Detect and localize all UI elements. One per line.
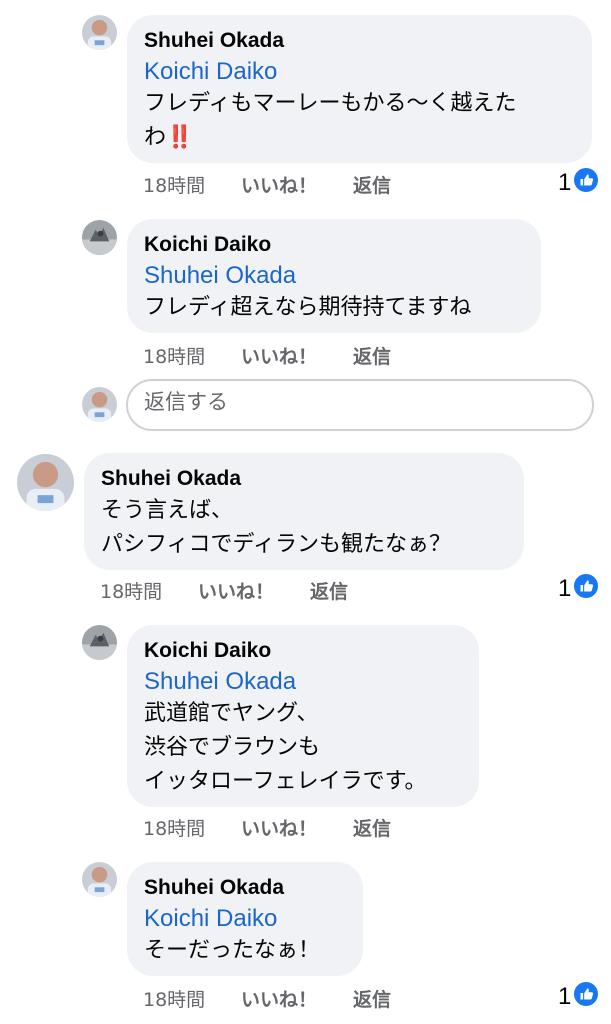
reaction-count[interactable]: 1: [558, 981, 599, 1013]
reaction-count[interactable]: 1: [558, 573, 599, 605]
timestamp[interactable]: 18時間: [143, 342, 241, 369]
reply-button[interactable]: 返信: [353, 171, 391, 198]
comment-text-line: そーだったなぁ！: [144, 938, 321, 963]
thumbs-up-icon: [574, 167, 599, 199]
like-button[interactable]: いいね！: [241, 814, 353, 841]
comment-actions: 18時間 いいね！ 返信: [143, 813, 391, 841]
reply-button[interactable]: 返信: [310, 577, 348, 604]
comment-author[interactable]: Shuhei Okada: [144, 873, 363, 903]
mention-link[interactable]: Shuhei Okada: [144, 260, 541, 291]
comment-text-line: 武道館でヤング、: [144, 701, 319, 726]
comment-actions: 18時間 いいね！ 返信: [143, 984, 391, 1012]
avatar-shuhei-okada[interactable]: [82, 862, 117, 897]
reply-button[interactable]: 返信: [353, 985, 391, 1012]
mention-link[interactable]: Koichi Daiko: [144, 903, 363, 934]
reply-input[interactable]: [144, 390, 564, 414]
comment-author[interactable]: Koichi Daiko: [144, 636, 479, 666]
comment-bubble: Koichi Daiko Shuhei Okada 武道館でヤング、 渋谷でブラ…: [127, 625, 479, 807]
reply-button[interactable]: 返信: [353, 342, 391, 369]
thumbs-up-icon: [574, 981, 599, 1013]
reaction-count-value: 1: [558, 983, 572, 1010]
comment-author[interactable]: Koichi Daiko: [144, 230, 541, 260]
comment-actions: 18時間 いいね！ 返信: [100, 576, 348, 604]
timestamp[interactable]: 18時間: [100, 577, 198, 604]
reaction-count[interactable]: 1: [558, 167, 599, 199]
timestamp[interactable]: 18時間: [143, 814, 241, 841]
like-button[interactable]: いいね！: [241, 342, 353, 369]
avatar-koichi-daiko[interactable]: [82, 220, 117, 255]
comment-text-line: イッタローフェレイラです。: [144, 769, 427, 794]
like-button[interactable]: いいね！: [198, 577, 310, 604]
like-button[interactable]: いいね！: [241, 985, 353, 1012]
comment-bubble: Shuhei Okada Koichi Daiko フレディもマーレーもかる〜く…: [127, 15, 592, 163]
mention-link[interactable]: Koichi Daiko: [144, 56, 592, 87]
like-button[interactable]: いいね！: [241, 171, 353, 198]
timestamp[interactable]: 18時間: [143, 171, 241, 198]
reaction-count-value: 1: [558, 169, 572, 196]
comment-actions: 18時間 いいね！ 返信: [143, 341, 391, 369]
comment-author[interactable]: Shuhei Okada: [144, 26, 592, 56]
comment-text-line: わ‼️: [144, 121, 592, 155]
double-exclamation-emoji: ‼️: [166, 125, 194, 150]
comment-text-fragment: わ: [144, 125, 167, 150]
avatar-shuhei-okada[interactable]: [17, 454, 74, 511]
comment-actions: 18時間 いいね！ 返信: [143, 170, 391, 198]
comment-text-line: パシフィコでディランも観たなぁ？: [101, 532, 452, 557]
comment-text-line: 渋谷でブラウンも: [144, 735, 321, 760]
avatar-shuhei-okada[interactable]: [82, 15, 117, 50]
comment-bubble: Shuhei Okada Koichi Daiko そーだったなぁ！: [127, 862, 363, 976]
comment-text-line: そう言えば、: [101, 498, 234, 523]
mention-link[interactable]: Shuhei Okada: [144, 666, 479, 697]
reaction-count-value: 1: [558, 575, 572, 602]
comment-text-line: フレディもマーレーもかる〜く越えた: [144, 91, 517, 116]
comment-bubble: Koichi Daiko Shuhei Okada フレディ超えなら期待持てます…: [127, 219, 541, 333]
avatar-shuhei-okada: [82, 387, 117, 422]
comment-author[interactable]: Shuhei Okada: [101, 464, 524, 494]
reply-button[interactable]: 返信: [353, 814, 391, 841]
comment-bubble: Shuhei Okada そう言えば、 パシフィコでディランも観たなぁ？: [84, 453, 524, 570]
avatar-koichi-daiko[interactable]: [82, 625, 117, 660]
reply-input-box[interactable]: [126, 379, 594, 431]
thumbs-up-icon: [574, 573, 599, 605]
comment-text-line: フレディ超えなら期待持てますね: [144, 295, 472, 320]
timestamp[interactable]: 18時間: [143, 985, 241, 1012]
